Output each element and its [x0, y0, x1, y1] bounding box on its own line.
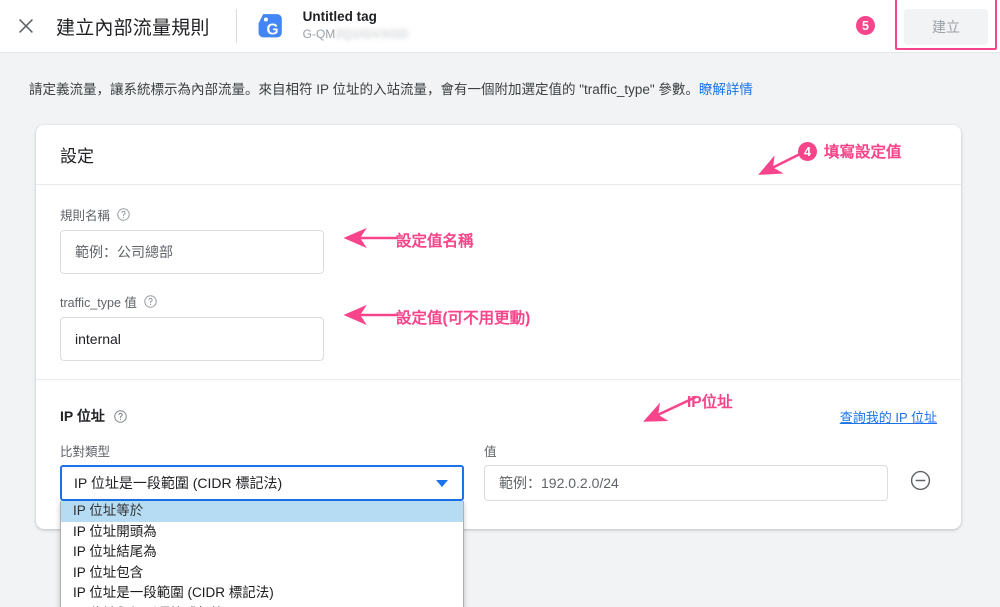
page-description: 請定義流量，讓系統標示為內部流量。來自相符 IP 位址的入站流量，會有一個附加選… — [29, 80, 753, 100]
find-my-ip-link[interactable]: 查詢我的 IP 位址 — [840, 407, 937, 426]
header-divider — [235, 9, 237, 43]
create-button-wrap: 建立 — [895, 0, 997, 50]
tag-meta: Untitled tag G-QM2Q1IGVXGD — [303, 9, 409, 43]
page-title: 建立內部流量規則 — [56, 17, 210, 39]
match-type-group: 比對類型 IP 位址是一段範圍 (CIDR 標記法) IP 位址等於 IP 位址… — [60, 441, 464, 607]
settings-card-body: 規則名稱 traffic_type 值 — [36, 185, 961, 386]
help-circle-icon[interactable] — [143, 294, 158, 309]
rule-name-field: 規則名稱 — [60, 205, 937, 274]
google-tag-icon: G — [256, 9, 290, 43]
ip-address-title: IP 位址 — [60, 408, 105, 424]
match-type-select-wrap: IP 位址是一段範圍 (CIDR 標記法) IP 位址等於 IP 位址開頭為 I… — [60, 465, 464, 607]
ip-value-group: 值 — [484, 441, 888, 501]
match-type-option[interactable]: IP 位址結尾為 — [61, 542, 463, 563]
ip-address-title-row: IP 位址 — [60, 406, 128, 426]
page-description-text: 請定義流量，讓系統標示為內部流量。來自相符 IP 位址的入站流量，會有一個附加選… — [29, 82, 699, 97]
match-type-option[interactable]: IP 位址等於 — [61, 501, 463, 522]
chevron-down-icon — [436, 479, 448, 487]
match-type-option[interactable]: IP 位址包含 — [61, 563, 463, 584]
close-icon — [15, 15, 37, 37]
header-actions: 5 建立 — [856, 0, 1000, 53]
match-type-option[interactable]: IP 位址開頭為 — [61, 522, 463, 543]
annotation-step-5: 5 — [856, 16, 882, 36]
tag-name: Untitled tag — [302, 9, 377, 25]
svg-text:G: G — [267, 21, 279, 38]
rule-name-label-row: 規則名稱 — [60, 205, 937, 224]
match-type-option[interactable]: IP 位址與規則運算式相符 — [61, 604, 463, 607]
tag-id-redacted: 2Q1IGVXGD — [335, 26, 409, 41]
learn-more-link[interactable]: 瞭解詳情 — [699, 82, 753, 97]
traffic-type-label-row: traffic_type 值 — [60, 292, 937, 311]
match-type-selected-value: IP 位址是一段範圍 (CIDR 標記法) — [74, 475, 283, 491]
match-type-option[interactable]: IP 位址是一段範圍 (CIDR 標記法) — [61, 583, 463, 604]
tag-selector[interactable]: G Untitled tag G-QM2Q1IGVXGD — [256, 9, 409, 43]
rule-name-label: 規則名稱 — [60, 209, 111, 223]
ip-address-section: IP 位址 查詢我的 IP 位址 比對類型 IP 位址是一段範圍 (CIDR 標… — [36, 386, 961, 607]
match-type-dropdown[interactable]: IP 位址等於 IP 位址開頭為 IP 位址結尾為 IP 位址包含 IP 位址是… — [60, 501, 464, 607]
ip-value-input[interactable] — [484, 465, 888, 501]
settings-card: 設定 規則名稱 traffic_t — [36, 125, 961, 607]
card-section-divider — [36, 379, 961, 380]
help-circle-icon[interactable] — [116, 207, 131, 222]
create-button[interactable]: 建立 — [904, 8, 988, 45]
settings-card-header: 設定 — [36, 125, 961, 185]
annotation-step-5-badge: 5 — [856, 16, 875, 35]
traffic-type-label: traffic_type 值 — [60, 296, 137, 310]
ip-value-label: 值 — [484, 445, 497, 459]
tag-id-prefix: G-QM — [302, 26, 336, 41]
ip-address-header: IP 位址 查詢我的 IP 位址 — [60, 406, 937, 426]
rule-name-input[interactable] — [60, 230, 324, 274]
traffic-type-input[interactable] — [60, 317, 324, 361]
internal-traffic-rule-page: 建立內部流量規則 G Untitled tag G-QM2Q1IGVXGD 5 … — [0, 0, 1000, 607]
remove-condition-button[interactable] — [908, 469, 932, 497]
traffic-type-field: traffic_type 值 — [60, 292, 937, 361]
help-circle-icon[interactable] — [113, 409, 128, 424]
settings-card-title: 設定 — [60, 147, 94, 166]
tag-id: G-QM2Q1IGVXGD — [302, 26, 409, 42]
match-type-label: 比對類型 — [60, 445, 111, 459]
match-type-select[interactable]: IP 位址是一段範圍 (CIDR 標記法) — [60, 465, 464, 501]
close-button[interactable] — [4, 4, 48, 48]
ip-condition-row: 比對類型 IP 位址是一段範圍 (CIDR 標記法) IP 位址等於 IP 位址… — [60, 441, 937, 607]
app-header: 建立內部流量規則 G Untitled tag G-QM2Q1IGVXGD 5 … — [0, 0, 1000, 53]
remove-circle-icon — [909, 469, 932, 497]
